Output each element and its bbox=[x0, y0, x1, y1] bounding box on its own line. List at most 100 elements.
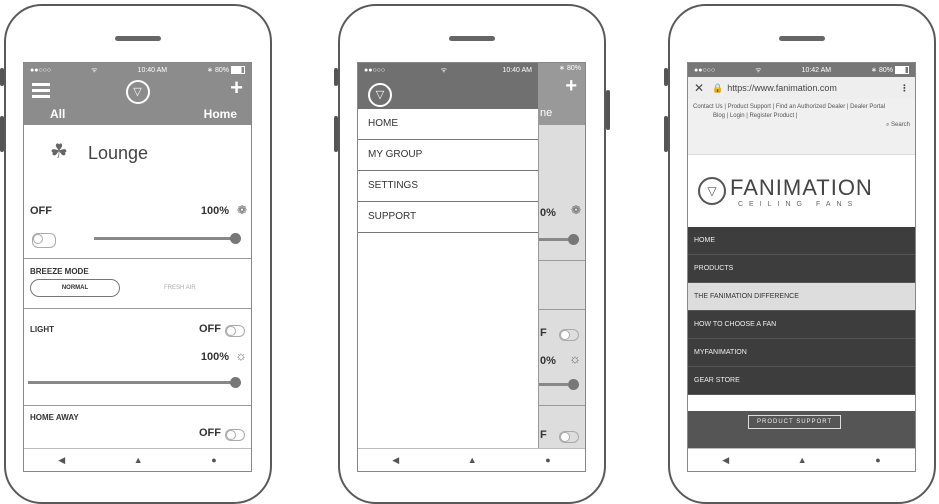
sun-icon: ☼ bbox=[235, 348, 247, 363]
home-icon[interactable]: ▲ bbox=[468, 455, 477, 465]
light-brightness-percent: 0% bbox=[540, 355, 556, 367]
drawer-menu: HOME MY GROUP SETTINGS SUPPORT bbox=[358, 109, 538, 233]
phone-1: ●●○○○ ᯤ 10:40 AM ∗ 80% ▽ + All Home ☘ Lo… bbox=[0, 4, 272, 504]
light-brightness-slider-handle bbox=[568, 379, 579, 390]
back-icon[interactable]: ◀ bbox=[392, 455, 399, 466]
hamburger-menu-icon[interactable] bbox=[32, 83, 50, 101]
battery-icon bbox=[230, 66, 245, 75]
clock: 10:40 AM bbox=[502, 66, 532, 74]
add-icon[interactable]: + bbox=[230, 75, 243, 101]
home-icon[interactable]: ▲ bbox=[134, 455, 143, 465]
battery-percent: 80% bbox=[566, 65, 581, 72]
light-brightness-slider bbox=[538, 383, 568, 386]
android-nav-bar: ◀ ▲ ● bbox=[24, 448, 251, 471]
side-drawer: ●●○○○ ᯤ 10:40 AM ▽ HOME MY GROUP SETTING… bbox=[358, 63, 539, 449]
product-support-button[interactable]: PRODUCT SUPPORT bbox=[748, 415, 842, 429]
clock: 10:42 AM bbox=[801, 66, 832, 74]
menu-item-support[interactable]: SUPPORT bbox=[358, 202, 538, 233]
status-bar-right: ∗ 80% bbox=[559, 64, 581, 72]
speaker bbox=[449, 36, 495, 41]
search-icon[interactable]: ⌕ bbox=[886, 122, 889, 128]
side-button bbox=[0, 68, 4, 86]
wifi-icon: ᯤ bbox=[440, 66, 447, 74]
side-button bbox=[0, 116, 4, 152]
fan-toggle[interactable] bbox=[32, 233, 56, 248]
clock: 10:40 AM bbox=[137, 66, 168, 74]
fan-speed-icon: ❁ bbox=[236, 203, 247, 217]
side-button bbox=[606, 90, 610, 130]
close-icon[interactable]: ✕ bbox=[694, 81, 704, 95]
bluetooth-icon: ∗ bbox=[559, 65, 566, 72]
add-icon: + bbox=[565, 75, 577, 97]
menu-item-settings[interactable]: SETTINGS bbox=[358, 171, 538, 202]
search-link[interactable]: Search bbox=[891, 122, 910, 128]
fan-logo-icon: ▽ bbox=[368, 83, 392, 107]
light-toggle[interactable] bbox=[225, 325, 245, 337]
site-menu-products[interactable]: PRODUCTS bbox=[688, 255, 915, 283]
site-menu-gear-store[interactable]: GEAR STORE bbox=[688, 367, 915, 395]
brand-name[interactable]: FANIMATION bbox=[730, 175, 873, 201]
fan-speed-slider[interactable] bbox=[94, 237, 234, 240]
status-bar: ●●○○○ ᯤ 10:40 AM bbox=[358, 63, 538, 77]
battery-percent: 80% bbox=[878, 66, 893, 74]
breeze-normal-option[interactable]: NORMAL bbox=[30, 279, 120, 297]
site-menu-myfanimation[interactable]: MYFANIMATION bbox=[688, 339, 915, 367]
url-field[interactable]: https://www.fanimation.com bbox=[727, 83, 900, 93]
light-toggle bbox=[559, 329, 579, 341]
app-header: ●●○○○ ᯤ 10:40 AM ∗ 80% ▽ + All Home bbox=[24, 63, 251, 125]
wifi-icon: ᯤ bbox=[91, 66, 98, 74]
battery-icon bbox=[894, 66, 909, 75]
phone-2: + ne 0% ❁ F 0% ☼ F ●●○○○ ᯤ 10:40 AM ▽ HO… bbox=[334, 4, 610, 504]
fan-speed-icon: ❁ bbox=[570, 203, 581, 217]
bluetooth-icon: ∗ bbox=[207, 66, 213, 74]
side-button bbox=[334, 116, 338, 152]
background-app: + ne 0% ❁ F 0% ☼ F bbox=[538, 63, 585, 471]
speaker bbox=[779, 36, 825, 41]
recent-apps-icon[interactable]: ● bbox=[875, 455, 880, 465]
site-menu-fanimation-difference[interactable]: THE FANIMATION DIFFERENCE bbox=[688, 283, 915, 311]
recent-apps-icon[interactable]: ● bbox=[545, 455, 550, 465]
site-menu-how-to-choose[interactable]: HOW TO CHOOSE A FAN bbox=[688, 311, 915, 339]
tab-all[interactable]: All bbox=[50, 107, 65, 121]
bluetooth-icon: ∗ bbox=[871, 66, 877, 74]
app-screen: ●●○○○ ᯤ 10:40 AM ∗ 80% ▽ + All Home ☘ Lo… bbox=[23, 62, 252, 472]
menu-item-home[interactable]: HOME bbox=[358, 109, 538, 140]
lock-icon: 🔒 bbox=[712, 82, 724, 93]
sun-icon: ☼ bbox=[569, 351, 581, 366]
site-nav-menu: HOME PRODUCTS THE FANIMATION DIFFERENCE … bbox=[688, 227, 915, 395]
home-icon[interactable]: ▲ bbox=[798, 455, 807, 465]
phone-3: ●●○○○ ᯤ 10:42 AM ∗ 80% ✕ 🔒 https://www.f… bbox=[664, 4, 936, 504]
light-brightness-slider[interactable] bbox=[28, 381, 234, 384]
android-nav-bar: ◀ ▲ ● bbox=[688, 448, 915, 471]
status-bar: ●●○○○ ᯤ 10:40 AM ∗ 80% bbox=[24, 63, 251, 77]
tab-home[interactable]: Home bbox=[204, 107, 237, 121]
brand-tagline: CEILING FANS bbox=[738, 201, 859, 208]
side-button bbox=[334, 68, 338, 86]
breeze-fresh-air-option[interactable]: FRESH AIR bbox=[164, 285, 196, 291]
fan-icon: ☘ bbox=[50, 141, 68, 163]
home-away-toggle bbox=[559, 431, 579, 443]
signal-icon: ●●○○○ bbox=[30, 66, 52, 74]
fan-speed-slider bbox=[538, 238, 568, 241]
browser-screen: ●●○○○ ᯤ 10:42 AM ∗ 80% ✕ 🔒 https://www.f… bbox=[687, 62, 916, 472]
signal-icon: ●●○○○ bbox=[364, 66, 386, 74]
recent-apps-icon[interactable]: ● bbox=[211, 455, 216, 465]
light-brightness-slider-handle[interactable] bbox=[230, 377, 241, 388]
drawer-header: ●●○○○ ᯤ 10:40 AM ▽ bbox=[358, 63, 538, 109]
menu-item-my-group[interactable]: MY GROUP bbox=[358, 140, 538, 171]
fan-logo-icon: ▽ bbox=[125, 80, 150, 104]
site-menu-home[interactable]: HOME bbox=[688, 227, 915, 255]
hero-image: PRODUCT SUPPORT bbox=[688, 411, 915, 451]
back-icon[interactable]: ◀ bbox=[722, 455, 729, 466]
fan-speed-slider-handle[interactable] bbox=[230, 233, 241, 244]
fan-state: OFF bbox=[30, 205, 52, 217]
home-away-toggle[interactable] bbox=[225, 429, 245, 441]
battery-percent: 80% bbox=[214, 66, 229, 74]
overflow-menu-icon[interactable]: ⋮ bbox=[900, 83, 909, 94]
fan-speed-percent: 100% bbox=[200, 205, 229, 217]
signal-icon: ●●○○○ bbox=[694, 66, 716, 74]
back-icon[interactable]: ◀ bbox=[58, 455, 65, 466]
tab-home-partial: ne bbox=[540, 107, 553, 119]
top-links[interactable]: Contact Us | Product Support | Find an A… bbox=[693, 103, 910, 112]
top-links-2[interactable]: Blog | Login | Register Product | bbox=[693, 112, 910, 121]
